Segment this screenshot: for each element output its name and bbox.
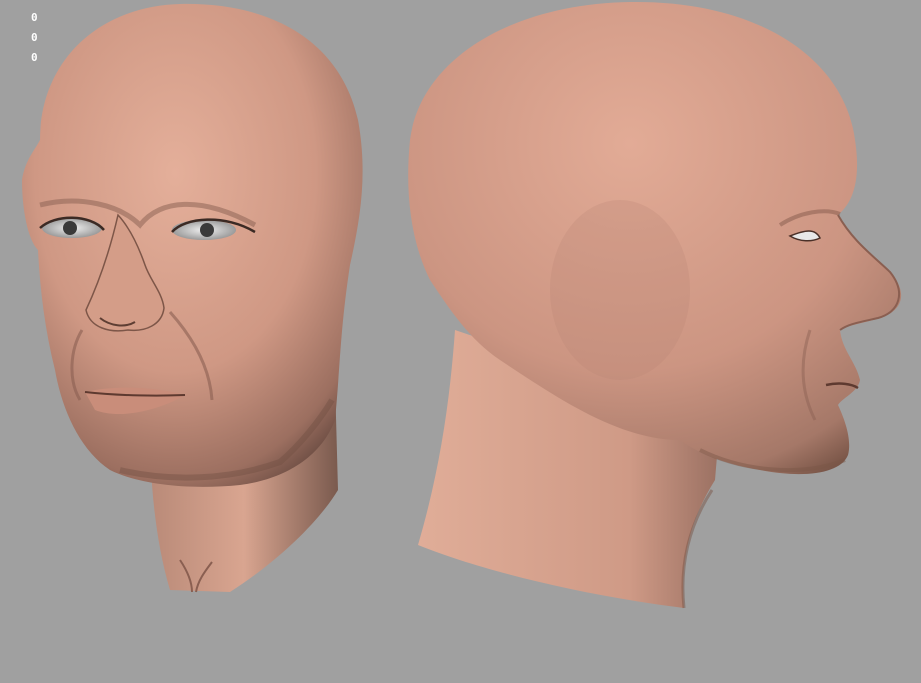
stat-value-2: 0 [31,31,38,44]
head-side-model[interactable] [408,1,902,609]
stat-value-3: 0 [31,51,38,64]
stat-value-1: 0 [31,11,38,24]
3d-viewport[interactable]: 0 0 0 [0,0,921,683]
side-ear-shading [550,200,690,380]
viewport-stats-hud: 0 0 0 [31,8,38,68]
viewport-render [22,1,902,609]
front-head-surface [22,3,363,487]
head-front-model[interactable] [22,3,363,593]
